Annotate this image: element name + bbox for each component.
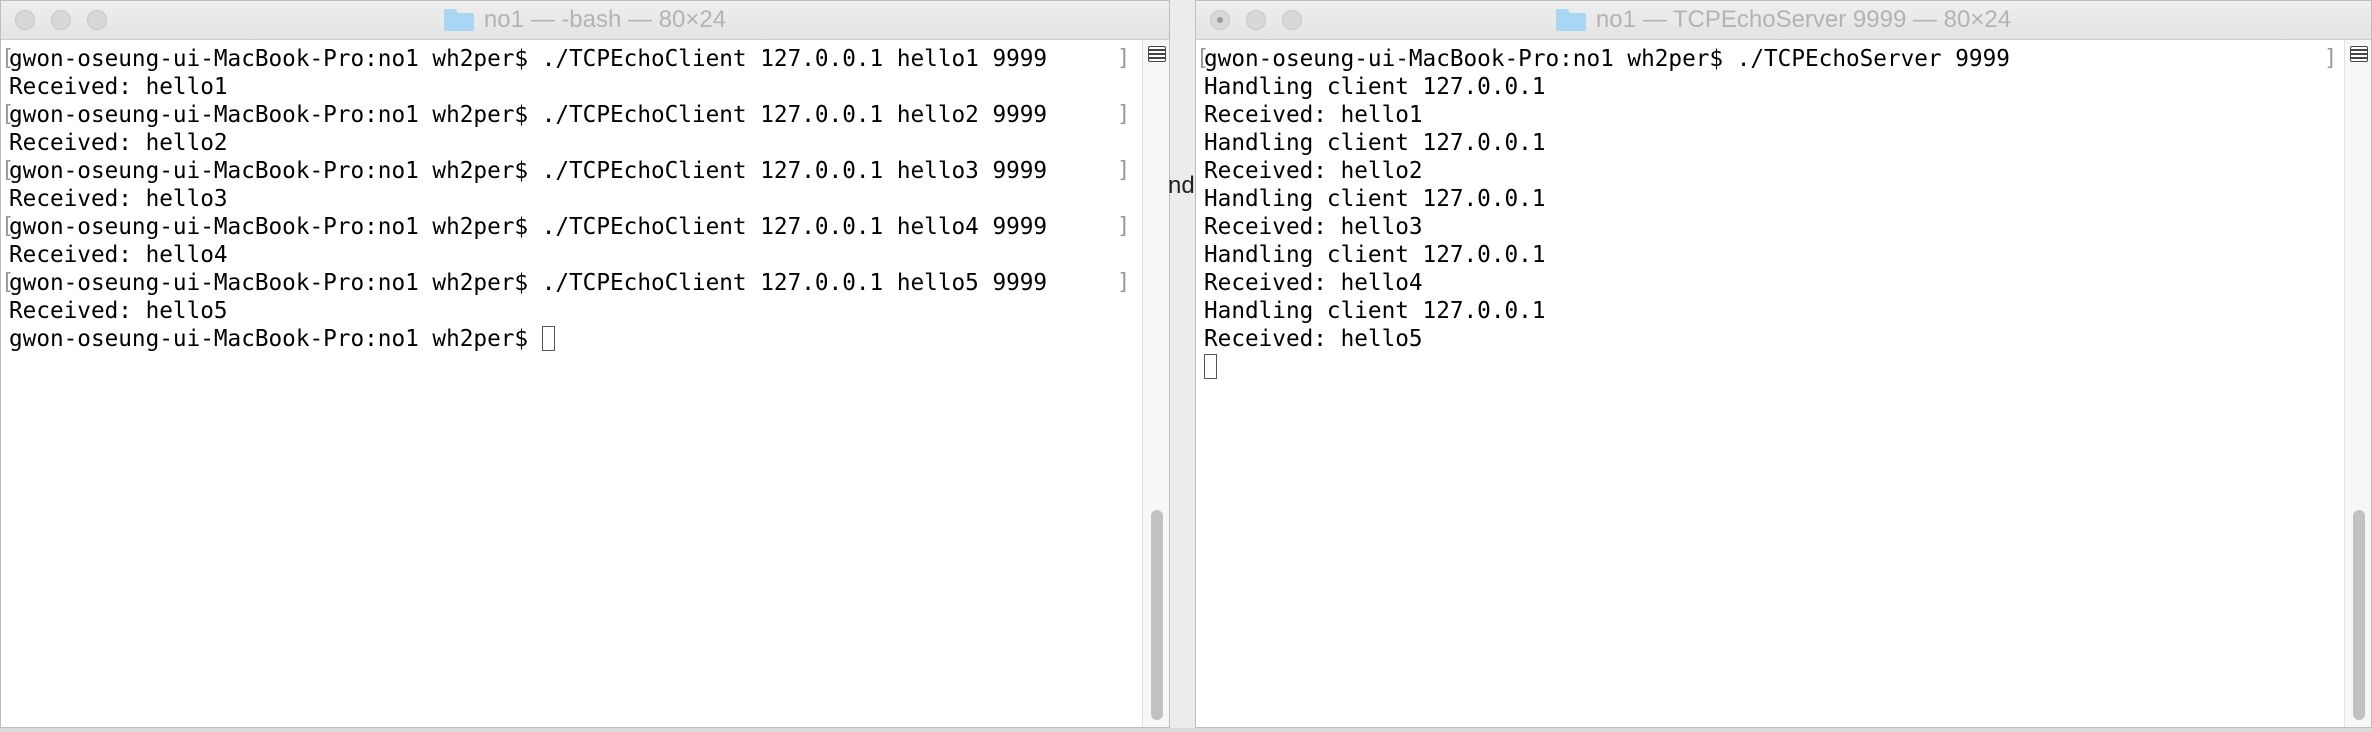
mark-bracket: ] [1117,270,1131,295]
title-bar[interactable]: no1 — -bash — 80×24 [1,1,1169,40]
terminal-line: Received: hello3 [9,186,228,212]
vertical-scrollbar[interactable] [2344,40,2371,727]
terminal-content[interactable]: gwon-oseung-ui-MacBook-Pro:no1 wh2per$ .… [1,40,1169,727]
mark-bracket: ] [1117,158,1131,183]
terminal-line: Received: hello3 [1204,214,1423,240]
mark-bracket: ] [1117,46,1131,71]
mark-bracket: ] [2324,46,2338,71]
terminal-line: Received: hello5 [9,298,228,324]
folder-icon [1555,9,1586,31]
terminal-line: gwon-oseung-ui-MacBook-Pro:no1 wh2per$ .… [9,270,1048,296]
mark-bracket: [ [1,158,15,183]
terminal-line: Handling client 127.0.0.1 [1204,74,1546,100]
scroll-thumb[interactable] [1151,510,1163,720]
terminal-line: Handling client 127.0.0.1 [1204,186,1546,212]
terminal-line: Handling client 127.0.0.1 [1204,242,1546,268]
terminal-line: gwon-oseung-ui-MacBook-Pro:no1 wh2per$ .… [9,102,1048,128]
terminal-content[interactable]: gwon-oseung-ui-MacBook-Pro:no1 wh2per$ .… [1196,40,2371,727]
text-cursor [541,326,555,351]
title-bar[interactable]: no1 — TCPEchoServer 9999 — 80×24 [1196,1,2371,40]
terminal-window-client[interactable]: no1 — -bash — 80×24 gwon-oseung-ui-MacBo… [0,0,1170,728]
terminal-line: Received: hello2 [1204,158,1423,184]
split-pane-icon[interactable] [1148,46,1166,62]
mark-bracket: [ [1,102,15,127]
folder-icon [443,9,474,31]
terminal-line: Handling client 127.0.0.1 [1204,130,1546,156]
window-title-text: no1 — -bash — 80×24 [483,6,727,33]
mark-bracket: ] [1117,214,1131,239]
split-pane-icon[interactable] [2350,46,2368,62]
vertical-scrollbar[interactable] [1142,40,1169,727]
terminal-line: gwon-oseung-ui-MacBook-Pro:no1 wh2per$ .… [9,214,1048,240]
terminal-prompt: gwon-oseung-ui-MacBook-Pro:no1 wh2per$ [9,326,542,352]
window-title-text: no1 — TCPEchoServer 9999 — 80×24 [1595,6,2012,33]
mark-bracket: [ [1,270,15,295]
scroll-thumb[interactable] [2353,510,2365,720]
terminal-line: Received: hello1 [9,74,228,100]
terminal-output[interactable]: gwon-oseung-ui-MacBook-Pro:no1 wh2per$ .… [9,45,1129,353]
terminal-window-server[interactable]: no1 — TCPEchoServer 9999 — 80×24 gwon-os… [1195,0,2372,728]
mark-bracket: [ [1196,46,1210,71]
mark-bracket: [ [1,46,15,71]
terminal-line: gwon-oseung-ui-MacBook-Pro:no1 wh2per$ .… [9,46,1048,72]
desktop-edge [0,728,2372,732]
background-window-text: nd [1168,172,1195,199]
terminal-output[interactable]: gwon-oseung-ui-MacBook-Pro:no1 wh2per$ .… [1204,45,2331,381]
terminal-line: Received: hello1 [1204,102,1423,128]
terminal-prompt-line: gwon-oseung-ui-MacBook-Pro:no1 wh2per$ [9,325,1129,353]
terminal-line: Received: hello5 [1204,326,1423,352]
terminal-line: gwon-oseung-ui-MacBook-Pro:no1 wh2per$ .… [9,158,1048,184]
terminal-prompt-line [1204,353,2331,381]
window-title: no1 — -bash — 80×24 [1,1,1169,39]
terminal-line: Handling client 127.0.0.1 [1204,298,1546,324]
text-cursor [1204,354,1217,379]
terminal-line: gwon-oseung-ui-MacBook-Pro:no1 wh2per$ .… [1204,46,2010,72]
mark-bracket: ] [1117,102,1131,127]
terminal-line: Received: hello2 [9,130,228,156]
terminal-line: Received: hello4 [9,242,228,268]
terminal-line: Received: hello4 [1204,270,1423,296]
mark-bracket: [ [1,214,15,239]
window-title: no1 — TCPEchoServer 9999 — 80×24 [1196,1,2371,39]
